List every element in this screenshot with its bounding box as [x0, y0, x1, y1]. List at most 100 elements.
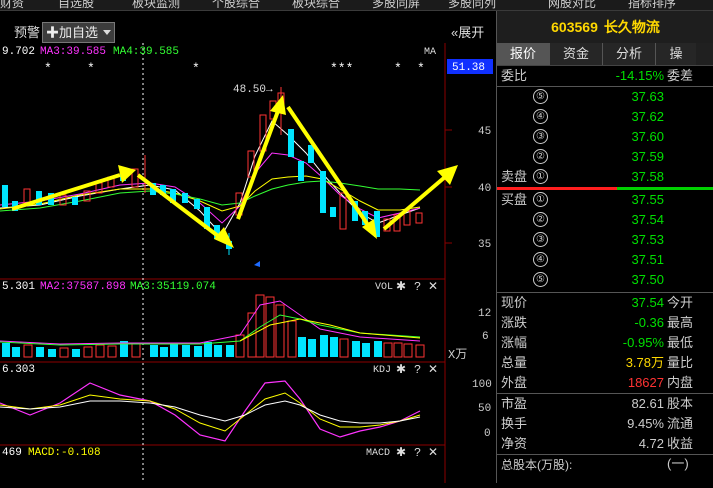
kdj-y-tick: 100: [472, 379, 492, 391]
level-3: ③: [533, 129, 548, 144]
weibi-value: -14.15%: [615, 68, 664, 83]
ask-price: 37.59: [631, 149, 664, 164]
gear-icon[interactable]: ✱: [396, 280, 406, 294]
vol-unit: X万: [448, 348, 467, 362]
stat-row: 现价 37.54 今开: [497, 293, 713, 313]
stats-list: 现价 37.54 今开 涨跌 -0.36 最高 涨幅 -0.95% 最低 总量 3.78万 量比 外盘 1…: [497, 293, 713, 471]
level-5: ⑤: [533, 272, 548, 287]
weicha-label: 委差: [667, 68, 694, 83]
stat-value: -0.95%: [622, 335, 664, 350]
vol-y-tick: 6: [482, 331, 489, 343]
kdj-y-tick: 0: [484, 428, 491, 440]
ma-tag: MA: [424, 47, 436, 58]
stat-right-label: 最高: [667, 315, 694, 330]
close-icon[interactable]: ✕: [428, 280, 438, 294]
stat-value: 82.61: [631, 396, 664, 411]
macd-label: MACD:-0.108: [28, 447, 101, 459]
level-2: ②: [533, 212, 548, 227]
bid-row[interactable]: 买盘 ① 37.55: [497, 190, 713, 210]
menu-item[interactable]: 板块监测: [132, 0, 180, 10]
vol-label: MA2:37587.898: [40, 281, 126, 293]
stat-label: 总量: [501, 355, 528, 370]
stat-label: 涨幅: [501, 335, 528, 350]
menu-item[interactable]: 多股同屏: [372, 0, 420, 10]
help-icon[interactable]: ?: [414, 280, 421, 294]
kline-chart[interactable]: 9.702 MA3:39.585 MA4:39.585 MA 51.38 45 …: [0, 43, 495, 483]
stat-row: 总量 3.78万 量比: [497, 353, 713, 373]
menu-item[interactable]: 个股综合: [212, 0, 260, 10]
stat-row: 净资 4.72 收益(一): [497, 434, 713, 471]
close-icon[interactable]: ✕: [428, 446, 438, 460]
footer-row: 总股本(万股):: [497, 455, 713, 475]
stat-value: 37.54: [631, 295, 664, 310]
menu-item[interactable]: 财资: [0, 0, 24, 10]
ask-row[interactable]: ③ 37.60: [497, 127, 713, 147]
kdj-label: 6.303: [2, 364, 35, 376]
price-box-label: 51.38: [452, 62, 485, 74]
stat-value: 4.72: [638, 436, 664, 451]
gear-icon[interactable]: ✱: [396, 446, 406, 460]
stat-label: 换手: [501, 416, 528, 431]
stat-label: 净资: [501, 436, 528, 451]
y-tick: 35: [478, 239, 491, 251]
tab-analysis[interactable]: 分析: [603, 43, 656, 65]
bid-row[interactable]: ③ 37.53: [497, 230, 713, 250]
stat-right-label: 内盘: [667, 375, 694, 390]
chart-toolbar: 预警 ✚加自选 «展开: [0, 11, 495, 43]
kdj-y-tick: 50: [478, 403, 491, 415]
buy-label: 买盘: [501, 192, 528, 207]
tab-quote[interactable]: 报价: [497, 43, 550, 65]
expand-button[interactable]: «展开: [451, 22, 484, 41]
menu-item[interactable]: 网股对比: [548, 0, 596, 10]
menu-item[interactable]: 指标排序: [628, 0, 676, 10]
ma-label: MA4:39.585: [113, 46, 179, 58]
ask-row[interactable]: 卖盘 ① 37.58: [497, 167, 713, 187]
level-1: ①: [533, 192, 548, 207]
stat-right-label: 量比: [667, 355, 694, 370]
chevron-down-icon[interactable]: [100, 22, 115, 43]
signal-star: ***: [330, 61, 353, 76]
signal-star: *: [192, 61, 200, 76]
ask-price: 37.62: [631, 109, 664, 124]
signal-star: *: [44, 61, 52, 76]
stat-label: 市盈: [501, 396, 528, 411]
stat-right-label: 今开: [667, 295, 694, 310]
stat-right-label: 股本: [667, 396, 694, 411]
alert-button[interactable]: 预警: [14, 22, 40, 41]
stat-value: 18627: [627, 375, 664, 390]
ask-price: 37.63: [631, 89, 664, 104]
close-icon[interactable]: ✕: [428, 363, 438, 377]
menu-item[interactable]: 自选股: [58, 0, 94, 10]
stat-row: 市盈 82.61 股本: [497, 394, 713, 414]
bid-row[interactable]: ④ 37.51: [497, 250, 713, 270]
y-tick: 45: [478, 126, 491, 138]
signal-star: *: [417, 61, 425, 76]
stat-right-label: 最低: [667, 335, 694, 350]
tab-funds[interactable]: 资金: [550, 43, 603, 65]
help-icon[interactable]: ?: [414, 363, 421, 377]
kline-chart-area[interactable]: 9.702 MA3:39.585 MA4:39.585 MA 51.38 45 …: [0, 43, 495, 483]
stat-label: 涨跌: [501, 315, 528, 330]
bid-row[interactable]: ② 37.54: [497, 210, 713, 230]
gear-icon[interactable]: ✱: [396, 363, 406, 377]
vol-label: 5.301: [2, 281, 35, 293]
level-1: ①: [533, 169, 548, 184]
level-3: ③: [533, 232, 548, 247]
total-shares-label: 总股本(万股):: [501, 458, 573, 472]
stat-value: 3.78万: [625, 355, 664, 370]
weibi-row: 委比 -14.15% 委差: [497, 66, 713, 86]
level-4: ④: [533, 109, 548, 124]
ask-row[interactable]: ④ 37.62: [497, 107, 713, 127]
menu-item[interactable]: 多股同列: [448, 0, 496, 10]
menu-item[interactable]: 板块综合: [292, 0, 340, 10]
add-watchlist-button[interactable]: ✚加自选: [42, 22, 102, 43]
ask-row[interactable]: ⑤ 37.63: [497, 87, 713, 107]
stat-row: 外盘 18627 内盘: [497, 373, 713, 393]
bid-price: 37.50: [631, 272, 664, 287]
bid-row[interactable]: ⑤ 37.50: [497, 270, 713, 290]
weibi-label: 委比: [501, 68, 528, 83]
bid-price: 37.55: [631, 192, 664, 207]
help-icon[interactable]: ?: [414, 446, 421, 460]
ask-row[interactable]: ② 37.59: [497, 147, 713, 167]
tab-operate[interactable]: 操: [656, 43, 696, 65]
